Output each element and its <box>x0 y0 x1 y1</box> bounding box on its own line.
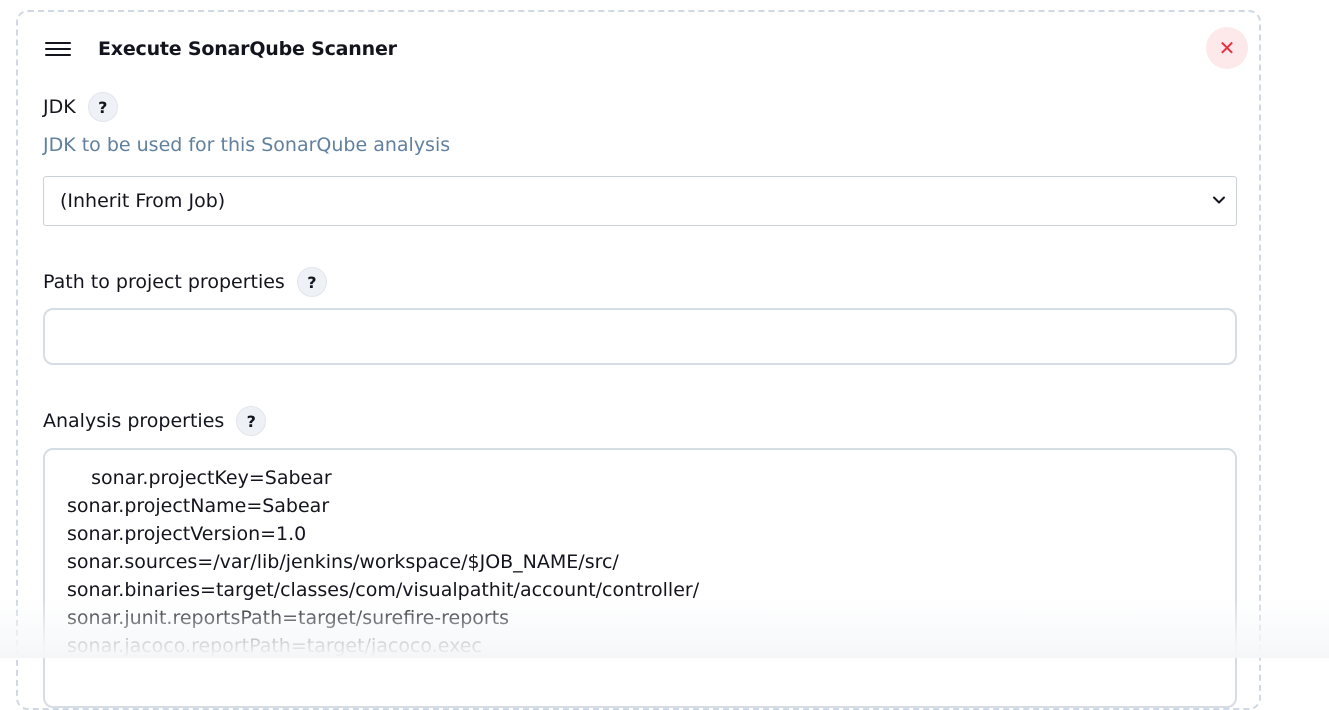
jdk-label: JDK <box>43 96 76 118</box>
project-properties-label: Path to project properties <box>43 271 285 293</box>
close-button[interactable]: ✕ <box>1206 27 1248 69</box>
jdk-select-value: (Inherit From Job) <box>60 190 226 212</box>
sonarqube-step-panel: Execute SonarQube Scanner ✕ JDK ? JDK to… <box>16 10 1261 710</box>
project-properties-label-row: Path to project properties ? <box>43 267 327 297</box>
jdk-help-button[interactable]: ? <box>87 92 118 122</box>
analysis-properties-help-button[interactable]: ? <box>236 406 267 436</box>
project-properties-input[interactable] <box>43 308 1237 365</box>
project-properties-help-button[interactable]: ? <box>296 267 327 297</box>
analysis-properties-label-row: Analysis properties ? <box>43 406 267 436</box>
analysis-properties-textarea[interactable]: sonar.projectKey=Sabear sonar.projectNam… <box>43 448 1237 708</box>
step-title: Execute SonarQube Scanner <box>98 38 397 60</box>
hamburger-icon[interactable] <box>45 42 71 60</box>
chevron-down-icon <box>1213 196 1225 204</box>
jdk-select[interactable]: (Inherit From Job) <box>43 176 1237 226</box>
analysis-properties-label: Analysis properties <box>43 410 225 432</box>
jdk-description: JDK to be used for this SonarQube analys… <box>43 134 451 156</box>
jdk-label-row: JDK ? <box>43 92 118 122</box>
close-icon: ✕ <box>1218 36 1236 60</box>
